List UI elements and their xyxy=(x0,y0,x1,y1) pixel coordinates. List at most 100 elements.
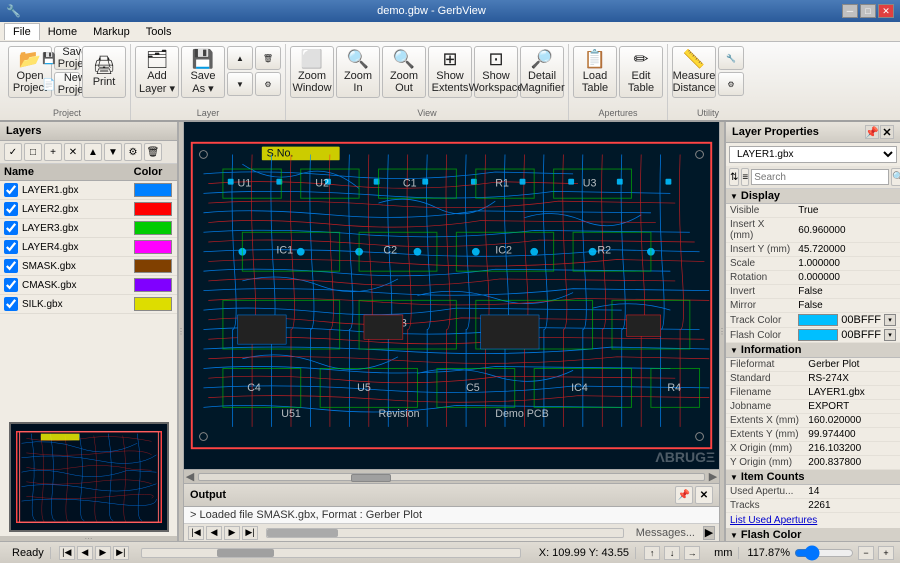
list-item[interactable]: LAYER2.gbx xyxy=(0,200,177,219)
status-scrollbar-track[interactable] xyxy=(141,548,521,558)
item-counts-section-header[interactable]: ▼ Item Counts xyxy=(726,470,900,485)
flash-color-swatch[interactable] xyxy=(798,329,838,341)
layer4-checkbox[interactable] xyxy=(4,240,18,254)
menu-file[interactable]: File xyxy=(4,23,40,40)
status-next-btn[interactable]: ▶ xyxy=(95,546,111,560)
flash-color-section-header[interactable]: ▼ Flash Color xyxy=(726,528,900,541)
add-layer-button[interactable]: 🗂 AddLayer ▾ xyxy=(135,46,179,98)
list-item[interactable]: LAYER1.gbx xyxy=(0,181,177,200)
menu-tools[interactable]: Tools xyxy=(138,24,180,40)
load-table-button[interactable]: 📋 LoadTable xyxy=(573,46,617,98)
print-button[interactable]: 🖨 Print xyxy=(82,46,126,98)
zoom-out-button[interactable]: 🔍 ZoomOut xyxy=(382,46,426,98)
detail-magnifier-button[interactable]: 🔎 DetailMagnifier xyxy=(520,46,564,98)
save-as-button[interactable]: 💾 SaveAs ▾ xyxy=(181,46,225,98)
layers-move-down[interactable]: ▼ xyxy=(104,143,122,161)
prop-search-btn[interactable]: 🔍 xyxy=(891,168,900,186)
layer1-checkbox[interactable] xyxy=(4,183,18,197)
layer2-color[interactable] xyxy=(134,202,172,216)
file-selector[interactable]: LAYER1.gbx xyxy=(729,146,897,163)
layers-uncheck-all[interactable]: □ xyxy=(24,143,42,161)
cmask-checkbox[interactable] xyxy=(4,278,18,292)
maximize-button[interactable]: □ xyxy=(860,4,876,18)
scroll-right-btn[interactable]: ▶ xyxy=(707,470,719,483)
layer3-color[interactable] xyxy=(134,221,172,235)
layers-settings[interactable]: ⚙ xyxy=(124,143,142,161)
layer2-checkbox[interactable] xyxy=(4,202,18,216)
track-color-btn[interactable]: ▾ xyxy=(884,314,896,326)
list-item[interactable]: LAYER3.gbx xyxy=(0,219,177,238)
layer-down-button[interactable]: ▼ xyxy=(227,72,253,96)
list-used-apertures-link[interactable]: List Used Apertures xyxy=(726,513,900,528)
status-scrollbar-thumb[interactable] xyxy=(217,549,274,557)
list-item[interactable]: LAYER4.gbx xyxy=(0,238,177,257)
layers-move-up[interactable]: ▲ xyxy=(84,143,102,161)
zoom-slider[interactable] xyxy=(794,545,854,561)
properties-pin-btn[interactable]: 📌 xyxy=(865,125,879,139)
cmask-color[interactable] xyxy=(134,278,172,292)
properties-close-btn[interactable]: ✕ xyxy=(880,125,894,139)
layer1-color[interactable] xyxy=(134,183,172,197)
layers-add[interactable]: + xyxy=(44,143,62,161)
prop-search-input[interactable] xyxy=(751,169,889,185)
output-scroll-right[interactable]: ▶ xyxy=(703,526,715,540)
scroll-track-h[interactable] xyxy=(198,473,705,481)
output-pin-button[interactable]: 📌 xyxy=(675,486,693,504)
scroll-left-btn[interactable]: ◀ xyxy=(184,470,196,483)
measure-distance-button[interactable]: 📏 MeasureDistance xyxy=(672,46,716,98)
silk-color[interactable] xyxy=(134,297,172,311)
output-scrollbar-track[interactable] xyxy=(266,528,624,538)
layers-delete2[interactable]: 🗑 xyxy=(144,143,162,161)
status-up-btn[interactable]: ↑ xyxy=(644,546,660,560)
list-item[interactable]: SMASK.gbx xyxy=(0,257,177,276)
edit-table-button[interactable]: ✏ EditTable xyxy=(619,46,663,98)
utility-btn2[interactable]: ⚙ xyxy=(718,72,744,96)
show-extents-button[interactable]: ⊞ ShowExtents xyxy=(428,46,472,98)
track-color-swatch[interactable] xyxy=(798,314,838,326)
scroll-thumb-h[interactable] xyxy=(351,474,391,482)
output-last-btn[interactable]: ▶| xyxy=(242,526,258,540)
flash-color-btn[interactable]: ▾ xyxy=(884,329,896,341)
status-prev-btn[interactable]: ◀ xyxy=(77,546,93,560)
zoom-out-status-btn[interactable]: − xyxy=(858,546,874,560)
menu-markup[interactable]: Markup xyxy=(85,24,138,40)
new-project-button[interactable]: 📄 NewProject xyxy=(54,72,80,96)
list-item[interactable]: SILK.gbx xyxy=(0,295,177,314)
list-item[interactable]: CMASK.gbx xyxy=(0,276,177,295)
display-section-header[interactable]: ▼ Display xyxy=(726,189,900,204)
layer4-color[interactable] xyxy=(134,240,172,254)
status-down-btn[interactable]: ↓ xyxy=(664,546,680,560)
zoom-in-button[interactable]: 🔍 ZoomIn xyxy=(336,46,380,98)
status-right-btn[interactable]: → xyxy=(684,546,700,560)
output-next-btn[interactable]: ▶ xyxy=(224,526,240,540)
minimize-button[interactable]: ─ xyxy=(842,4,858,18)
menu-home[interactable]: Home xyxy=(40,24,85,40)
splitter-horizontal[interactable]: ··· xyxy=(0,536,177,541)
show-workspace-button[interactable]: ⊡ ShowWorkspace xyxy=(474,46,518,98)
pcb-canvas[interactable]: S.No. xyxy=(184,122,719,469)
silk-checkbox[interactable] xyxy=(4,297,18,311)
horizontal-scrollbar[interactable]: ◀ ▶ xyxy=(184,469,719,483)
information-section-header[interactable]: ▼ Information xyxy=(726,343,900,358)
zoom-in-status-btn[interactable]: + xyxy=(878,546,894,560)
save-project-button[interactable]: 💾 SaveProject xyxy=(54,46,80,70)
close-button[interactable]: ✕ xyxy=(878,4,894,18)
delete-layer-button[interactable]: 🗑 xyxy=(255,46,281,70)
status-last-btn[interactable]: ▶| xyxy=(113,546,129,560)
zoom-window-button[interactable]: ⬜ ZoomWindow xyxy=(290,46,334,98)
prop-cat-btn[interactable]: ≡ xyxy=(741,168,749,186)
output-close-button[interactable]: ✕ xyxy=(695,486,713,504)
output-first-btn[interactable]: |◀ xyxy=(188,526,204,540)
layers-check-all[interactable]: ✓ xyxy=(4,143,22,161)
layer3-checkbox[interactable] xyxy=(4,221,18,235)
output-scrollbar-thumb[interactable] xyxy=(267,529,338,537)
layer-up-button[interactable]: ▲ xyxy=(227,46,253,70)
prop-sort-btn[interactable]: ⇅ xyxy=(729,168,739,186)
smask-color[interactable] xyxy=(134,259,172,273)
output-prev-btn[interactable]: ◀ xyxy=(206,526,222,540)
layers-delete[interactable]: ✕ xyxy=(64,143,82,161)
layer-settings-button[interactable]: ⚙ xyxy=(255,72,281,96)
status-first-btn[interactable]: |◀ xyxy=(59,546,75,560)
utility-btn1[interactable]: 🔧 xyxy=(718,46,744,70)
smask-checkbox[interactable] xyxy=(4,259,18,273)
